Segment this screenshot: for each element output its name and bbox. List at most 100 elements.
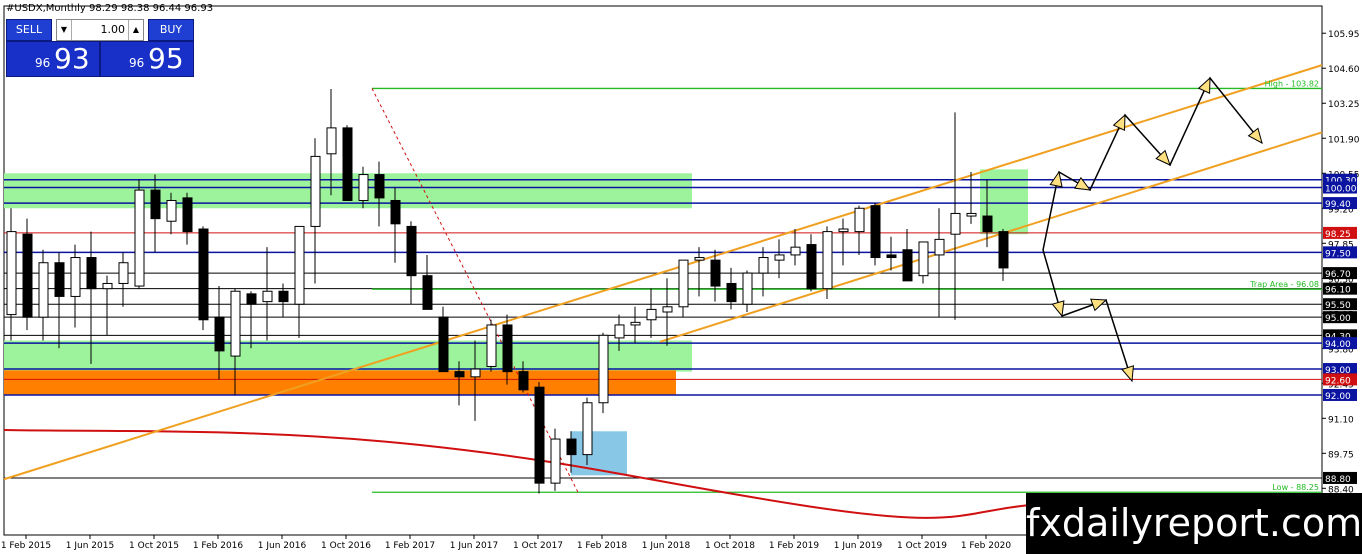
candle-body <box>838 228 849 233</box>
candle-body <box>582 402 593 456</box>
candle-body <box>550 438 561 484</box>
lot-size-field[interactable]: ▼ 1.00 ▲ <box>56 19 144 41</box>
candle <box>342 125 353 201</box>
candle-body <box>358 174 369 201</box>
price-tick-label: 103.25 <box>1328 100 1360 110</box>
candle-body <box>390 199 401 225</box>
level-price-tag: 96.10 <box>1323 282 1357 296</box>
candle-body <box>438 316 449 373</box>
sell-button[interactable]: SELL <box>6 19 52 41</box>
lot-increase-icon[interactable]: ▲ <box>128 20 143 40</box>
candle-body <box>630 321 641 326</box>
one-click-trading-panel: SELL ▼ 1.00 ▲ BUY 96 93 96 95 <box>6 19 194 77</box>
candle-body <box>246 293 257 305</box>
candle-body <box>502 324 513 373</box>
candle-body <box>294 225 305 305</box>
ohlc-readout: 98.29 98.38 96.44 96.93 <box>89 3 214 14</box>
level-annotation: Low - 88.25 <box>1272 483 1319 492</box>
lot-size-value: 1.00 <box>100 23 126 36</box>
candle-body <box>262 290 273 303</box>
candle-body <box>214 316 225 352</box>
time-tick-label: 1 Oct 2017 <box>513 541 563 551</box>
candle-body <box>38 262 49 318</box>
candle-body <box>166 199 177 222</box>
time-tick-label: 1 Oct 2019 <box>897 541 947 551</box>
level-price-tag: 92.00 <box>1323 388 1357 402</box>
candle-body <box>566 438 577 456</box>
candle-body <box>486 324 497 367</box>
time-tick-label: 1 Oct 2018 <box>705 541 755 551</box>
candle-body <box>918 241 929 277</box>
candle-body <box>326 127 337 155</box>
level-price-tag: 98.25 <box>1323 226 1357 240</box>
bottom-zone <box>571 431 627 476</box>
candle-body <box>230 290 241 357</box>
price-tick-label: 89.75 <box>1328 450 1354 460</box>
candle-body <box>342 127 353 201</box>
buy-price[interactable]: 96 95 <box>100 41 194 77</box>
candle-body <box>934 238 945 256</box>
candle-body <box>310 155 321 227</box>
level-price-tag-text: 96.70 <box>1325 270 1351 280</box>
buy-button[interactable]: BUY <box>148 19 194 41</box>
candle-body <box>694 257 705 261</box>
candle-body <box>454 371 465 378</box>
sell-price-prefix: 96 <box>35 56 51 70</box>
candle-body <box>54 262 65 297</box>
candle-body <box>806 244 817 290</box>
candle-body <box>950 212 961 235</box>
level-price-tag-text: 98.25 <box>1325 230 1351 240</box>
time-axis: 1 Feb 2015 1 Jun 2015 1 Oct 2015 1 Feb 2016… <box>1 535 1012 551</box>
candle-body <box>198 228 209 321</box>
sell-price-pips: 93 <box>54 42 90 75</box>
candle <box>486 319 497 372</box>
lot-decrease-icon[interactable]: ▼ <box>57 20 72 40</box>
time-tick-label: 1 Feb 2020 <box>961 541 1012 551</box>
candle-body <box>614 324 625 339</box>
price-chart[interactable]: 105.95104.60103.25101.90100.5599.2097.85… <box>0 0 1362 554</box>
level-price-tag-text: 95.00 <box>1325 314 1351 324</box>
time-tick-label: 1 Jun 2017 <box>450 541 498 551</box>
level-price-tag-text: 100.00 <box>1325 185 1357 195</box>
sell-price[interactable]: 96 93 <box>6 41 100 77</box>
candle-body <box>710 259 721 287</box>
time-tick-label: 1 Feb 2016 <box>193 541 244 551</box>
time-tick-label: 1 Jun 2016 <box>258 541 307 551</box>
buy-price-prefix: 96 <box>129 56 145 70</box>
price-tick-label: 104.60 <box>1328 65 1360 75</box>
candle-body <box>6 231 17 316</box>
time-tick-label: 1 Jun 2018 <box>642 541 691 551</box>
price-tick-label: 105.95 <box>1328 30 1360 40</box>
candle <box>198 226 209 331</box>
candle-body <box>278 290 289 303</box>
level-price-tag-text: 95.50 <box>1325 301 1351 311</box>
candle <box>22 218 33 331</box>
candle-body <box>742 272 753 305</box>
candle-body <box>134 189 145 287</box>
level-price-tag: 95.50 <box>1323 298 1357 311</box>
time-tick-label: 1 Feb 2015 <box>1 541 51 551</box>
candle-body <box>102 282 113 290</box>
level-price-tag: 100.00 <box>1323 181 1357 195</box>
time-tick-label: 1 Oct 2015 <box>129 541 179 551</box>
price-tick-label: 91.10 <box>1328 415 1354 425</box>
candle-body <box>758 257 769 274</box>
candle-body <box>726 282 737 303</box>
support-zone <box>4 340 692 372</box>
candle-body <box>854 207 865 233</box>
candle-body <box>422 275 433 310</box>
candle-body <box>646 308 657 321</box>
candle-body <box>598 334 609 404</box>
level-price-tag: 99.40 <box>1323 197 1357 210</box>
candle-body <box>966 212 977 217</box>
level-price-tag-text: 88.80 <box>1325 475 1351 485</box>
watermark-banner: fxdailyreport.com <box>1026 493 1362 554</box>
candle-body <box>870 205 881 259</box>
candle-body <box>70 257 81 297</box>
candle <box>134 179 145 289</box>
level-price-tag: 92.60 <box>1323 373 1357 386</box>
candle-body <box>182 197 193 233</box>
candle-body <box>902 249 913 282</box>
level-price-tag: 97.50 <box>1323 246 1357 259</box>
buy-price-pips: 95 <box>148 42 184 75</box>
